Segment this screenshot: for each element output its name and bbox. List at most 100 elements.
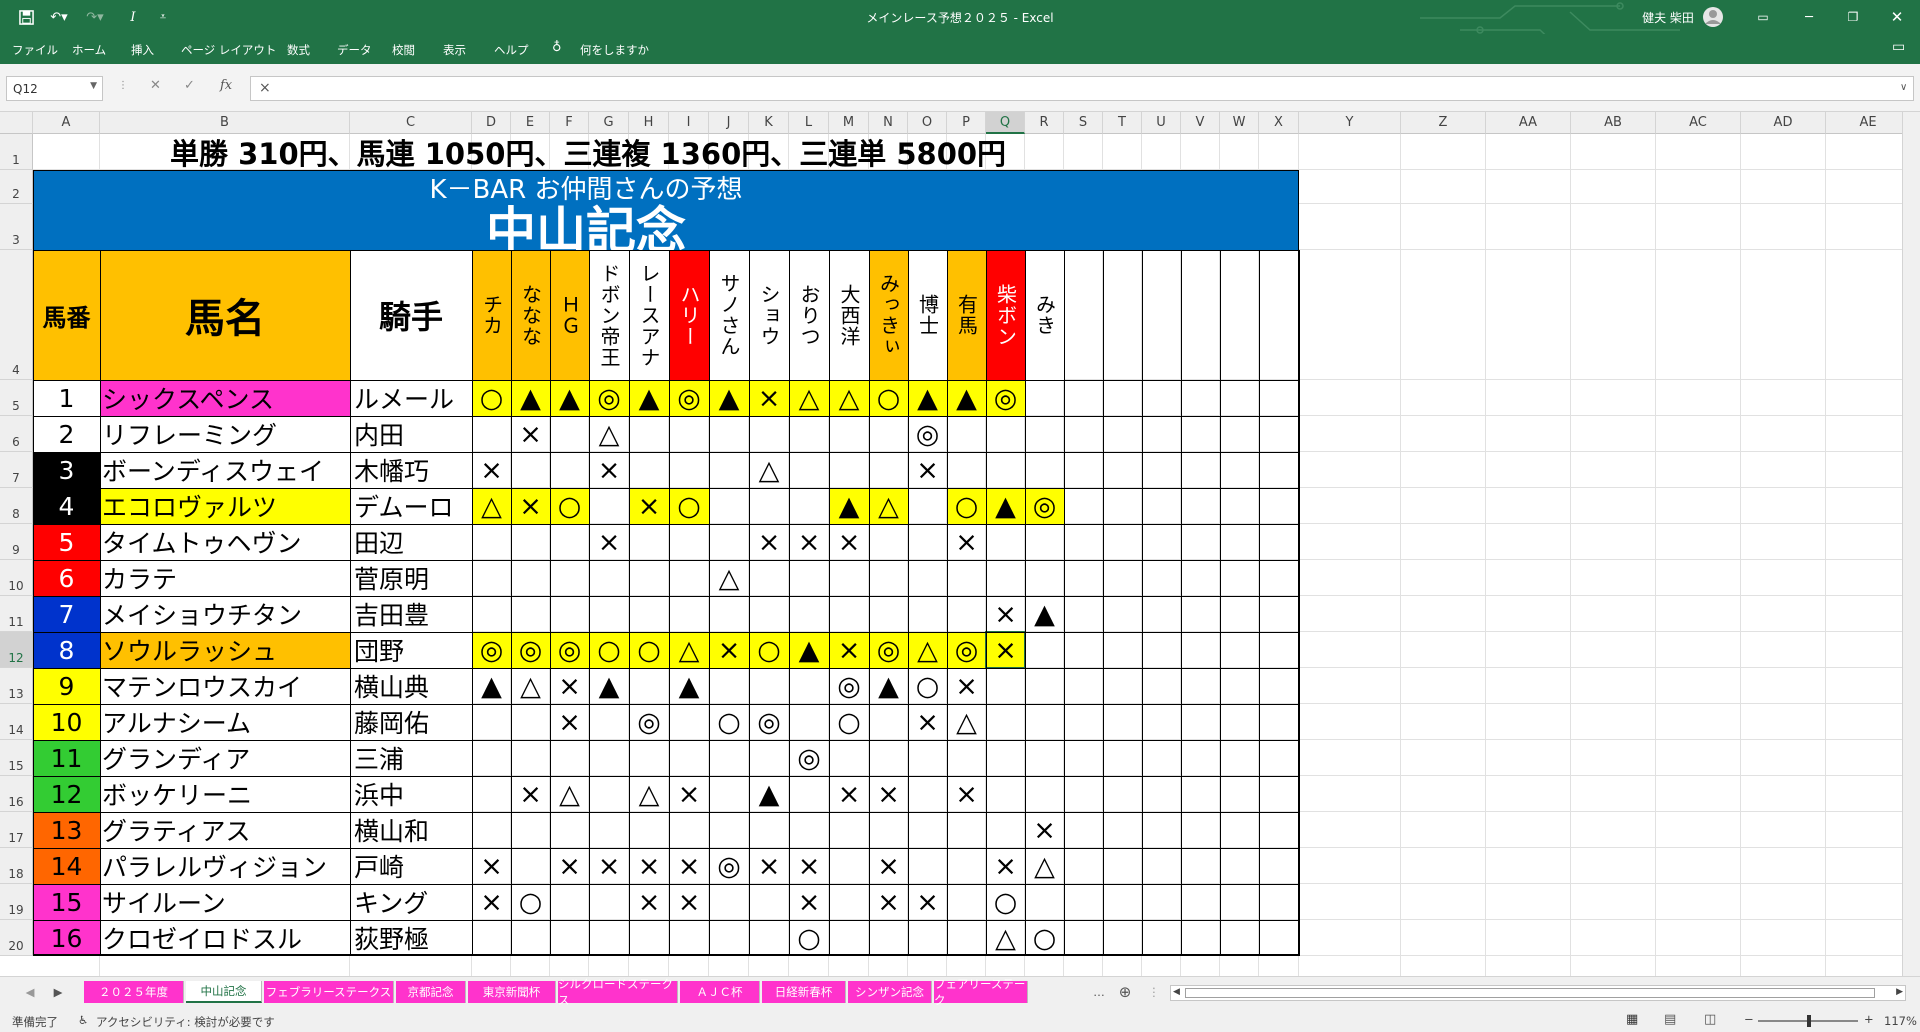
row-header-3[interactable]: 3 [0,204,33,250]
select-all-corner[interactable] [0,112,33,134]
chevron-down-icon[interactable]: ▼ [90,81,97,91]
tab-help[interactable]: ヘルプ [494,42,529,58]
tabs-divider[interactable]: ⋮ [1148,981,1160,1003]
sheet-tab[interactable]: 京都記念 [396,981,466,1003]
row-header-19[interactable]: 19 [0,884,33,920]
row-header-5[interactable]: 5 [0,380,33,416]
row-header-12[interactable]: 12 [0,632,33,668]
zoom-out-icon[interactable]: − [1744,1012,1754,1026]
name-box[interactable]: Q12 ▼ [6,76,103,101]
column-header-k[interactable]: K [749,112,789,134]
worksheet-grid[interactable]: A B C D E F G H I J K L M N O P Q R S T U V W X Y Z AA AB AC AD AE 1 2 3 4… [0,112,1920,976]
add-sheet-icon[interactable]: ⊕ [1114,981,1136,1003]
ribbon-display-icon[interactable]: ▭ [1752,6,1774,28]
tab-page-layout[interactable]: ページ レイアウト [181,42,276,58]
column-header-h[interactable]: H [629,112,669,134]
enter-icon[interactable]: ✓ [184,78,195,93]
page-layout-view-icon[interactable]: ▤ [1664,1012,1676,1027]
restore-icon[interactable]: ❐ [1838,6,1868,28]
insert-function-icon[interactable]: fx [220,78,232,93]
row-header-17[interactable]: 17 [0,812,33,848]
row-header-1[interactable]: 1 [0,134,33,170]
row-header-8[interactable]: 8 [0,488,33,524]
row-header-11[interactable]: 11 [0,596,33,632]
sheet-tab[interactable]: 東京新聞杯 [468,981,556,1003]
column-header-e[interactable]: E [511,112,550,134]
sheet-tab[interactable]: ＡＪＣ杯 [680,981,760,1003]
tab-view[interactable]: 表示 [443,42,466,58]
minimize-icon[interactable]: ─ [1794,6,1824,28]
column-header-m[interactable]: M [829,112,869,134]
scroll-left-arrow-icon[interactable]: ◀ [1173,987,1180,997]
column-header-w[interactable]: W [1220,112,1259,134]
column-header-i[interactable]: I [669,112,709,134]
formula-input[interactable]: × [250,76,1914,101]
sheet-tab[interactable]: 日経新春杯 [762,981,846,1003]
selected-cell-q12[interactable] [985,631,1026,669]
avatar-icon[interactable] [1702,6,1724,28]
column-header-t[interactable]: T [1103,112,1142,134]
normal-view-icon[interactable]: ▦ [1626,1012,1638,1027]
column-header-ab[interactable]: AB [1571,112,1656,134]
column-header-c[interactable]: C [350,112,472,134]
expand-formula-icon[interactable]: ∨ [1900,82,1907,93]
sheet-tab[interactable]: シルクロードステークス [558,977,678,1007]
column-header-a[interactable]: A [33,112,100,134]
column-header-z[interactable]: Z [1401,112,1486,134]
page-break-view-icon[interactable]: ◫ [1704,1012,1716,1027]
row-header-18[interactable]: 18 [0,848,33,884]
row-header-15[interactable]: 15 [0,740,33,776]
cancel-icon[interactable]: ✕ [150,78,161,93]
scroll-tabs-left-icon[interactable]: ◀ [20,981,40,1003]
row-header-2[interactable]: 2 [0,170,33,204]
column-header-x[interactable]: X [1259,112,1299,134]
row-header-6[interactable]: 6 [0,416,33,452]
column-header-ad[interactable]: AD [1741,112,1826,134]
zoom-slider[interactable] [1758,1015,1858,1027]
tab-insert[interactable]: 挿入 [131,42,154,58]
scrollbar-thumb[interactable] [1185,988,1875,998]
row-header-20[interactable]: 20 [0,920,33,956]
column-header-r[interactable]: R [1025,112,1064,134]
column-header-f[interactable]: F [550,112,589,134]
column-header-u[interactable]: U [1142,112,1181,134]
sheet-tab[interactable]: ２０２５年度 [84,981,184,1003]
column-header-g[interactable]: G [589,112,629,134]
column-header-o[interactable]: O [908,112,947,134]
column-header-q[interactable]: Q [986,112,1025,134]
column-header-y[interactable]: Y [1299,112,1401,134]
scroll-right-arrow-icon[interactable]: ▶ [1896,987,1903,997]
row-header-4[interactable]: 4 [0,250,33,380]
accessibility-status[interactable]: アクセシビリティ: 検討が必要です [96,1014,275,1030]
sheet-tab[interactable]: シンザン記念 [848,981,932,1003]
zoom-in-icon[interactable]: + [1864,1012,1874,1026]
row-header-7[interactable]: 7 [0,452,33,488]
tab-home[interactable]: ホーム [72,42,106,58]
column-header-ae[interactable]: AE [1826,112,1911,134]
column-header-ac[interactable]: AC [1656,112,1741,134]
row-header-13[interactable]: 13 [0,668,33,704]
zoom-slider-thumb[interactable] [1807,1015,1811,1027]
vertical-scrollbar[interactable] [1902,112,1920,976]
tab-formulas[interactable]: 数式 [287,42,310,58]
column-header-l[interactable]: L [789,112,829,134]
column-header-s[interactable]: S [1064,112,1103,134]
row-header-16[interactable]: 16 [0,776,33,812]
tab-data[interactable]: データ [337,42,372,58]
column-header-j[interactable]: J [709,112,749,134]
column-header-d[interactable]: D [472,112,511,134]
sheet-tab[interactable]: フェブラリーステークス [264,981,394,1003]
sheet-tab[interactable]: 中山記念 [186,981,262,1003]
scroll-tabs-right-icon[interactable]: ▶ [48,981,68,1003]
column-header-b[interactable]: B [100,112,350,134]
column-header-p[interactable]: P [947,112,986,134]
row-header-9[interactable]: 9 [0,524,33,560]
more-tabs-icon[interactable]: … [1088,981,1110,1003]
column-header-aa[interactable]: AA [1486,112,1571,134]
tell-me-search[interactable]: 何をしますか [580,42,649,58]
zoom-level[interactable]: 117% [1884,1014,1917,1028]
close-icon[interactable]: ✕ [1882,6,1912,28]
column-header-v[interactable]: V [1181,112,1220,134]
comments-icon[interactable]: ▭ [1892,39,1905,55]
horizontal-scrollbar[interactable]: ◀ ▶ [1170,985,1906,1001]
